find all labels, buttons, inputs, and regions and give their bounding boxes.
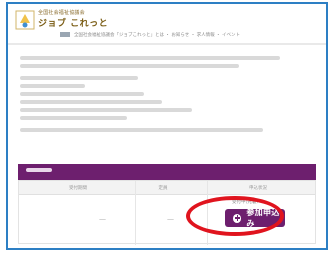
home-icon[interactable] [60, 32, 70, 37]
text-line [20, 84, 86, 88]
table-header: 受付期間 定員 申込状況 [19, 181, 315, 195]
header-divider [8, 43, 326, 45]
schedule-table: 受付期間 定員 申込状況 — — 受付中(先着) 参加申込み [18, 180, 316, 245]
text-line [20, 76, 139, 80]
site-header: 全国社会福祉協議会 ジョブ これっと 全国社会福祉協議会「ジョブこれっと」とは … [8, 4, 326, 45]
text-line [20, 128, 263, 132]
text-line [20, 108, 192, 112]
apply-button[interactable]: 参加申込み [225, 208, 285, 228]
table-cell: — [99, 215, 106, 223]
breadcrumb-links[interactable]: 全国社会福祉協議会「ジョブこれっと」とは ・ お知らせ ・ 求人情報 ・ イベン… [74, 32, 240, 38]
page-frame: 全国社会福祉協議会 ジョブ これっと 全国社会福祉協議会「ジョブこれっと」とは … [6, 2, 328, 250]
section-title-blurred [26, 168, 52, 174]
logo-icon [15, 10, 35, 30]
column-header: 定員 [158, 186, 168, 191]
text-line [20, 100, 163, 104]
column-header: 受付期間 [69, 186, 87, 191]
breadcrumb: 全国社会福祉協議会「ジョブこれっと」とは ・ お知らせ ・ 求人情報 ・ イベン… [8, 32, 326, 41]
text-line [20, 64, 240, 68]
column-divider [207, 181, 208, 245]
status-note: 受付中(先着) [232, 200, 259, 205]
logo-title[interactable]: ジョブ これっと [38, 16, 108, 29]
text-line [20, 92, 145, 96]
column-header: 申込状況 [249, 186, 267, 191]
text-line [20, 56, 281, 60]
section-header [18, 164, 316, 180]
column-divider [135, 181, 136, 245]
text-line [20, 116, 127, 120]
plus-circle-icon [233, 213, 242, 223]
table-cell: — [167, 215, 174, 223]
logo-subtitle: 全国社会福祉協議会 [38, 10, 85, 16]
apply-button-label: 参加申込み [246, 208, 280, 228]
event-description [20, 56, 316, 136]
